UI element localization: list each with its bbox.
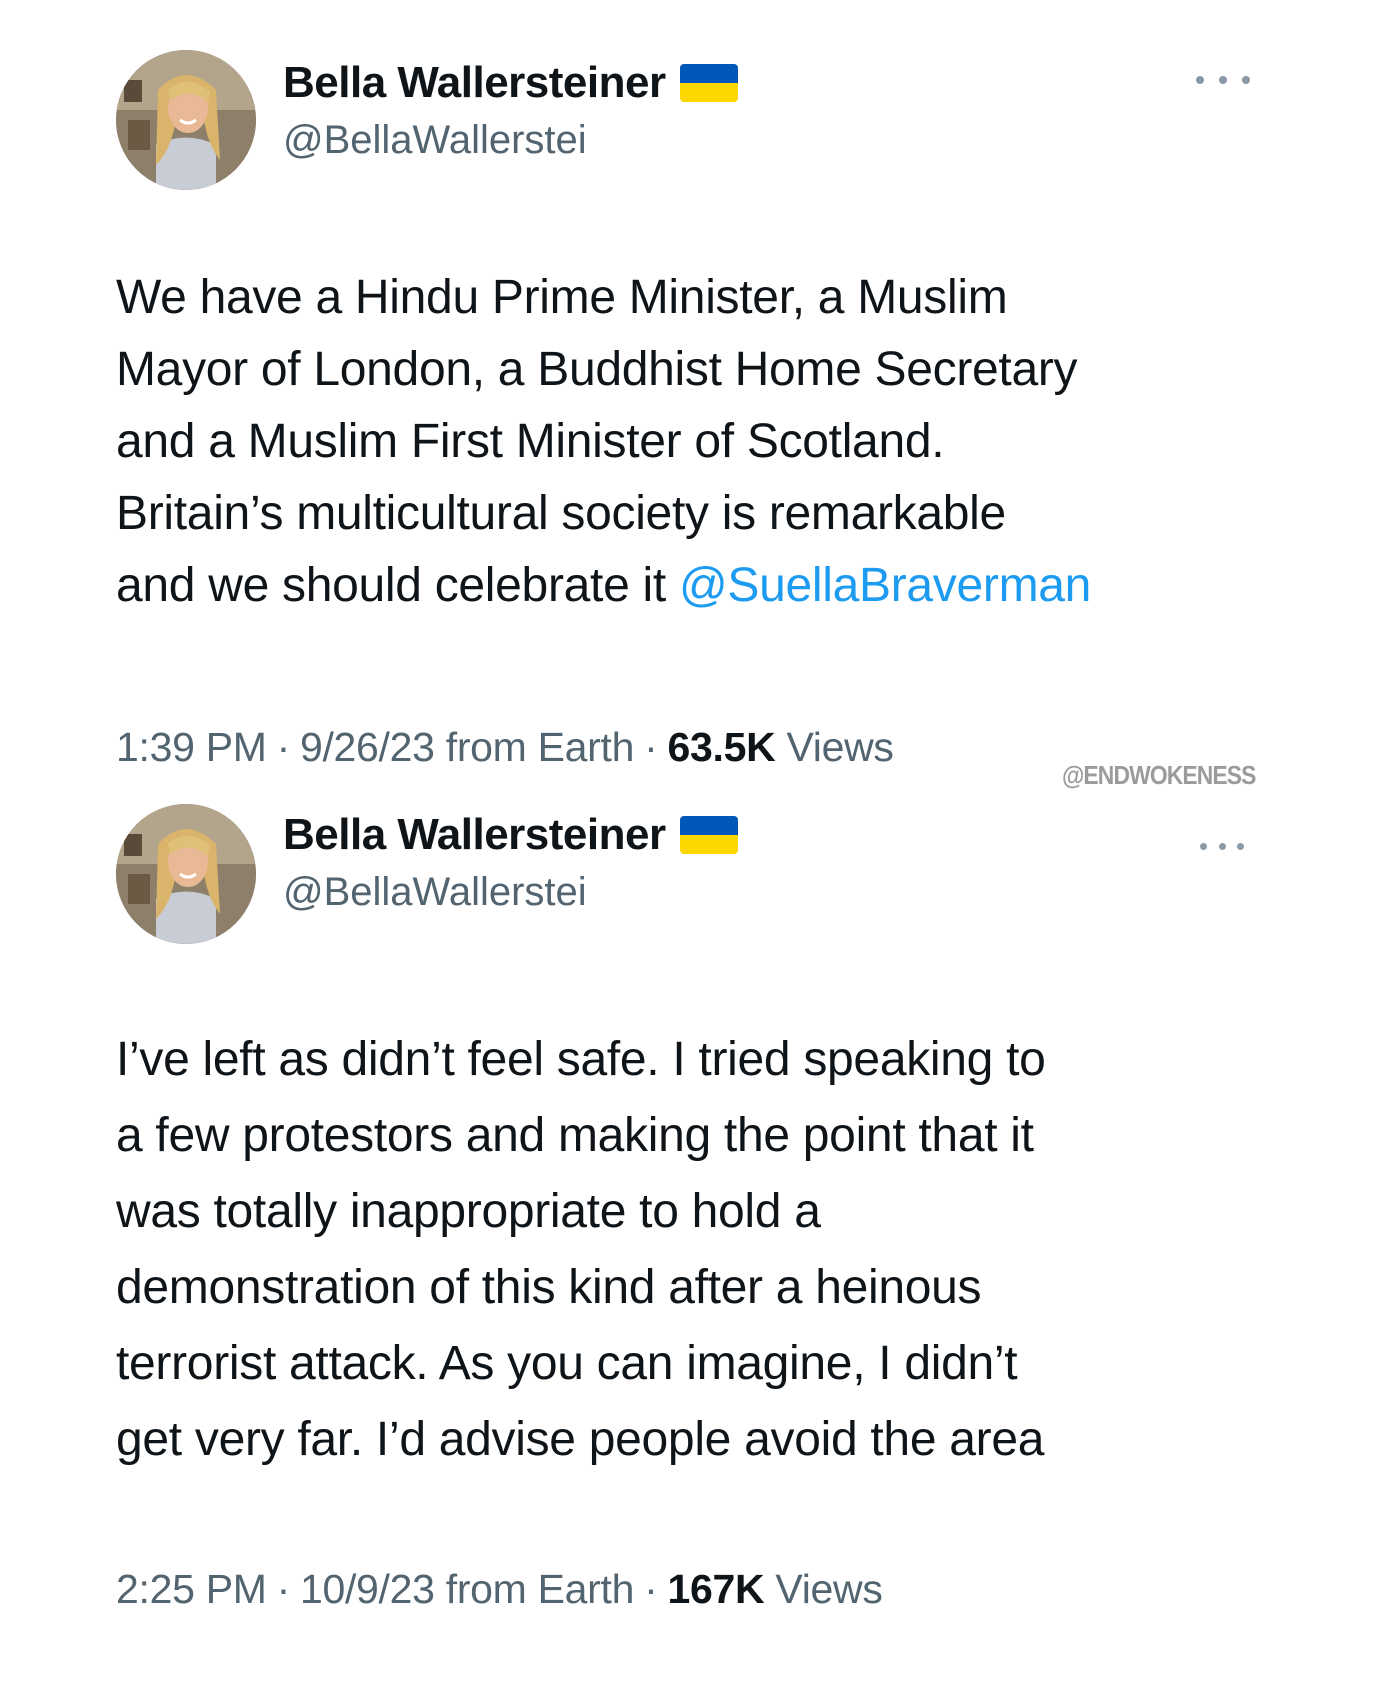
ukraine-flag-icon [679,64,738,102]
tweet-text-line: demonstration of this kind after a heino… [116,1261,982,1314]
tweet-text-line: Britain’s multicultural society is remar… [116,487,1006,540]
mention-link[interactable]: @SuellaBraverman [679,559,1091,612]
tweet-meta: 1:39 PM · 9/26/23 from Earth · 63.5K Views [116,724,894,771]
author-display-name[interactable]: Bella Wallersteiner [283,58,666,108]
more-dot-icon [1200,842,1207,850]
tweet-time[interactable]: 2:25 PM [116,1566,267,1612]
avatar-photo [116,804,256,944]
tweet-1: Bella Wallersteiner @BellaWallerstei We … [0,0,1378,800]
more-dot-icon [1219,76,1227,84]
author-row: Bella Wallersteiner [283,56,738,110]
ukraine-flag-icon [679,816,738,854]
more-dot-icon [1218,842,1226,850]
author-row: Bella Wallersteiner [283,808,738,862]
tweet-text: I’ve left as didn’t feel safe. I tried s… [116,1022,1336,1478]
tweet-text-line: get very far. I’d advise people avoid th… [116,1413,1045,1466]
author-handle[interactable]: @BellaWallerstei [283,870,587,915]
meta-separator: · [644,1566,658,1612]
meta-separator: · [644,724,658,770]
tweet-text-line: terrorist attack. As you can imagine, I … [116,1337,1018,1390]
views-count[interactable]: 167K [667,1566,764,1612]
views-label: Views [786,724,894,770]
tweet-text-line: We have a Hindu Prime Minister, a Muslim [116,271,1008,324]
tweet-text-line: and we should celebrate it [116,559,679,612]
more-options-button[interactable] [1196,68,1250,92]
meta-separator: · [276,724,291,770]
views-label: Views [775,1566,883,1612]
more-options-button[interactable] [1200,834,1244,858]
watermark: @ENDWOKENESS [1062,760,1256,790]
tweet-time[interactable]: 1:39 PM [116,724,267,770]
more-dot-icon [1242,76,1250,84]
more-dot-icon [1237,842,1244,850]
tweet-text-line: Mayor of London, a Buddhist Home Secreta… [116,343,1078,396]
tweet-meta: 2:25 PM · 10/9/23 from Earth · 167K Views [116,1566,883,1613]
views-count[interactable]: 63.5K [667,724,775,770]
tweet-text: We have a Hindu Prime Minister, a Muslim… [116,262,1336,622]
avatar[interactable] [116,804,256,944]
tweet-2: Bella Wallersteiner @BellaWallerstei I’v… [0,800,1378,1700]
meta-separator: · [276,1566,291,1612]
tweet-text-line: I’ve left as didn’t feel safe. I tried s… [116,1033,1046,1086]
tweet-text-line: was totally inappropriate to hold a [116,1185,821,1238]
author-display-name[interactable]: Bella Wallersteiner [283,810,666,860]
tweet-date[interactable]: 10/9/23 from Earth [300,1566,634,1612]
tweet-text-line: a few protestors and making the point th… [116,1109,1034,1162]
tweet-text-line: and a Muslim First Minister of Scotland. [116,415,945,468]
more-dot-icon [1196,76,1204,84]
author-handle[interactable]: @BellaWallerstei [283,118,587,163]
avatar-photo [116,50,256,190]
tweet-date[interactable]: 9/26/23 from Earth [300,724,634,770]
avatar[interactable] [116,50,256,190]
